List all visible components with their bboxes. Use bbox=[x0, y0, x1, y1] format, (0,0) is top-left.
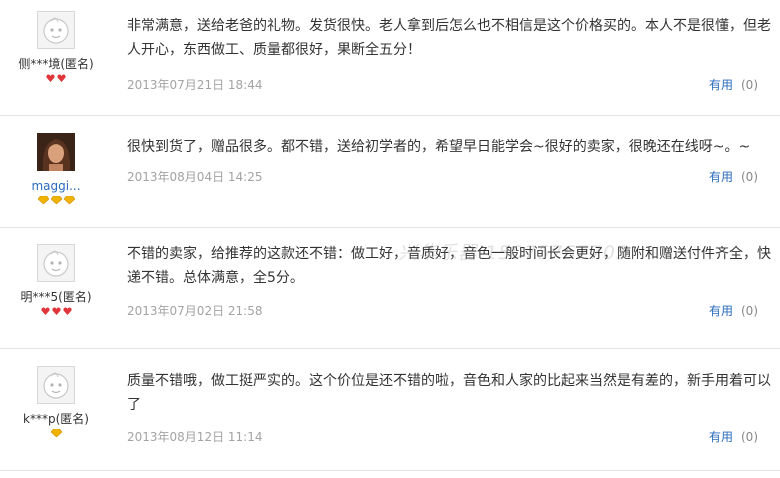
review-date: 2013年07月02日 21:58 bbox=[127, 304, 263, 318]
diamond-badge-icon bbox=[37, 196, 49, 204]
review-content: 质量不错哦，做工挺严实的。这个价位是还不错的啦，音色和人家的比起来当然是有差的，… bbox=[127, 369, 772, 447]
review-item: 侧***境(匿名) 非常满意，送给老爸的礼物。发货很快。老人拿到后怎么也不相信是… bbox=[0, 0, 780, 116]
useful-count: (0) bbox=[741, 170, 758, 184]
reviewer-badges bbox=[0, 196, 112, 206]
diamond-badge-icon bbox=[50, 429, 62, 437]
useful-vote: 有用 (0) bbox=[709, 301, 758, 321]
reviewer-badges bbox=[0, 307, 112, 317]
review-text: 非常满意，送给老爸的礼物。发货很快。老人拿到后怎么也不相信是这个价格买的。本人不… bbox=[127, 18, 771, 58]
diamond-badge-icon bbox=[63, 196, 75, 204]
reviewer-name: 明***5(匿名) bbox=[20, 290, 92, 304]
default-face-icon[interactable] bbox=[37, 11, 75, 49]
reviewer-name: 侧***境(匿名) bbox=[18, 57, 94, 71]
review-text: 不错的卖家，给推荐的这款还不错：做工好，音质好，音色一般时间长会更好，随附和赠送… bbox=[127, 246, 771, 286]
reviewer-info: k***p(匿名) bbox=[0, 366, 112, 439]
heart-badge-icon bbox=[62, 307, 72, 315]
review-content: 很快到货了，赠品很多。都不错，送给初学者的，希望早日能学会~很好的卖家，很晚还在… bbox=[127, 135, 772, 187]
review-date: 2013年08月12日 11:14 bbox=[127, 430, 263, 444]
default-face-icon[interactable] bbox=[37, 244, 75, 282]
reviewer-badges bbox=[0, 429, 112, 439]
useful-button[interactable]: 有用 bbox=[709, 170, 733, 184]
heart-badge-icon bbox=[51, 307, 61, 315]
diamond-badge-icon bbox=[50, 196, 62, 204]
heart-badge-icon bbox=[46, 74, 55, 82]
review-text: 很快到货了，赠品很多。都不错，送给初学者的，希望早日能学会~很好的卖家，很晚还在… bbox=[127, 139, 751, 155]
useful-button[interactable]: 有用 bbox=[709, 304, 733, 318]
default-face-icon[interactable] bbox=[37, 366, 75, 404]
useful-button[interactable]: 有用 bbox=[709, 430, 733, 444]
reviewer-info: 侧***境(匿名) bbox=[0, 11, 112, 84]
reviewer-badges bbox=[0, 74, 112, 84]
review-content: 非常满意，送给老爸的礼物。发货很快。老人拿到后怎么也不相信是这个价格买的。本人不… bbox=[127, 14, 772, 95]
review-date: 2013年08月04日 14:25 bbox=[127, 170, 263, 184]
review-text: 质量不错哦，做工挺严实的。这个价位是还不错的啦，音色和人家的比起来当然是有差的，… bbox=[127, 373, 771, 413]
useful-vote: 有用 (0) bbox=[709, 427, 758, 447]
useful-button[interactable]: 有用 bbox=[709, 78, 733, 92]
heart-badge-icon bbox=[40, 307, 50, 315]
useful-count: (0) bbox=[741, 430, 758, 444]
reviewer-name-link[interactable]: maggi... bbox=[0, 179, 112, 193]
reviewer-info: maggi... bbox=[0, 133, 112, 206]
reviewer-info: 明***5(匿名) bbox=[0, 244, 112, 317]
review-content: 不错的卖家，给推荐的这款还不错：做工好，音质好，音色一般时间长会更好，随附和赠送… bbox=[127, 242, 772, 321]
review-item: k***p(匿名) 质量不错哦，做工挺严实的。这个价位是还不错的啦，音色和人家的… bbox=[0, 349, 780, 471]
user-photo-icon[interactable] bbox=[37, 133, 75, 171]
useful-count: (0) bbox=[741, 304, 758, 318]
reviewer-name: k***p(匿名) bbox=[23, 412, 89, 426]
useful-vote: 有用 (0) bbox=[709, 75, 758, 95]
heart-badge-icon bbox=[57, 74, 66, 82]
review-item: 明***5(匿名) 不错的卖家，给推荐的这款还不错：做工好，音质好，音色一般时间… bbox=[0, 228, 780, 349]
review-date: 2013年07月21日 18:44 bbox=[127, 78, 263, 92]
review-item: maggi... 很快到货了，赠品很多。都不错，送给初学者的，希望早日能学会~很… bbox=[0, 116, 780, 228]
useful-count: (0) bbox=[741, 78, 758, 92]
useful-vote: 有用 (0) bbox=[709, 167, 758, 187]
